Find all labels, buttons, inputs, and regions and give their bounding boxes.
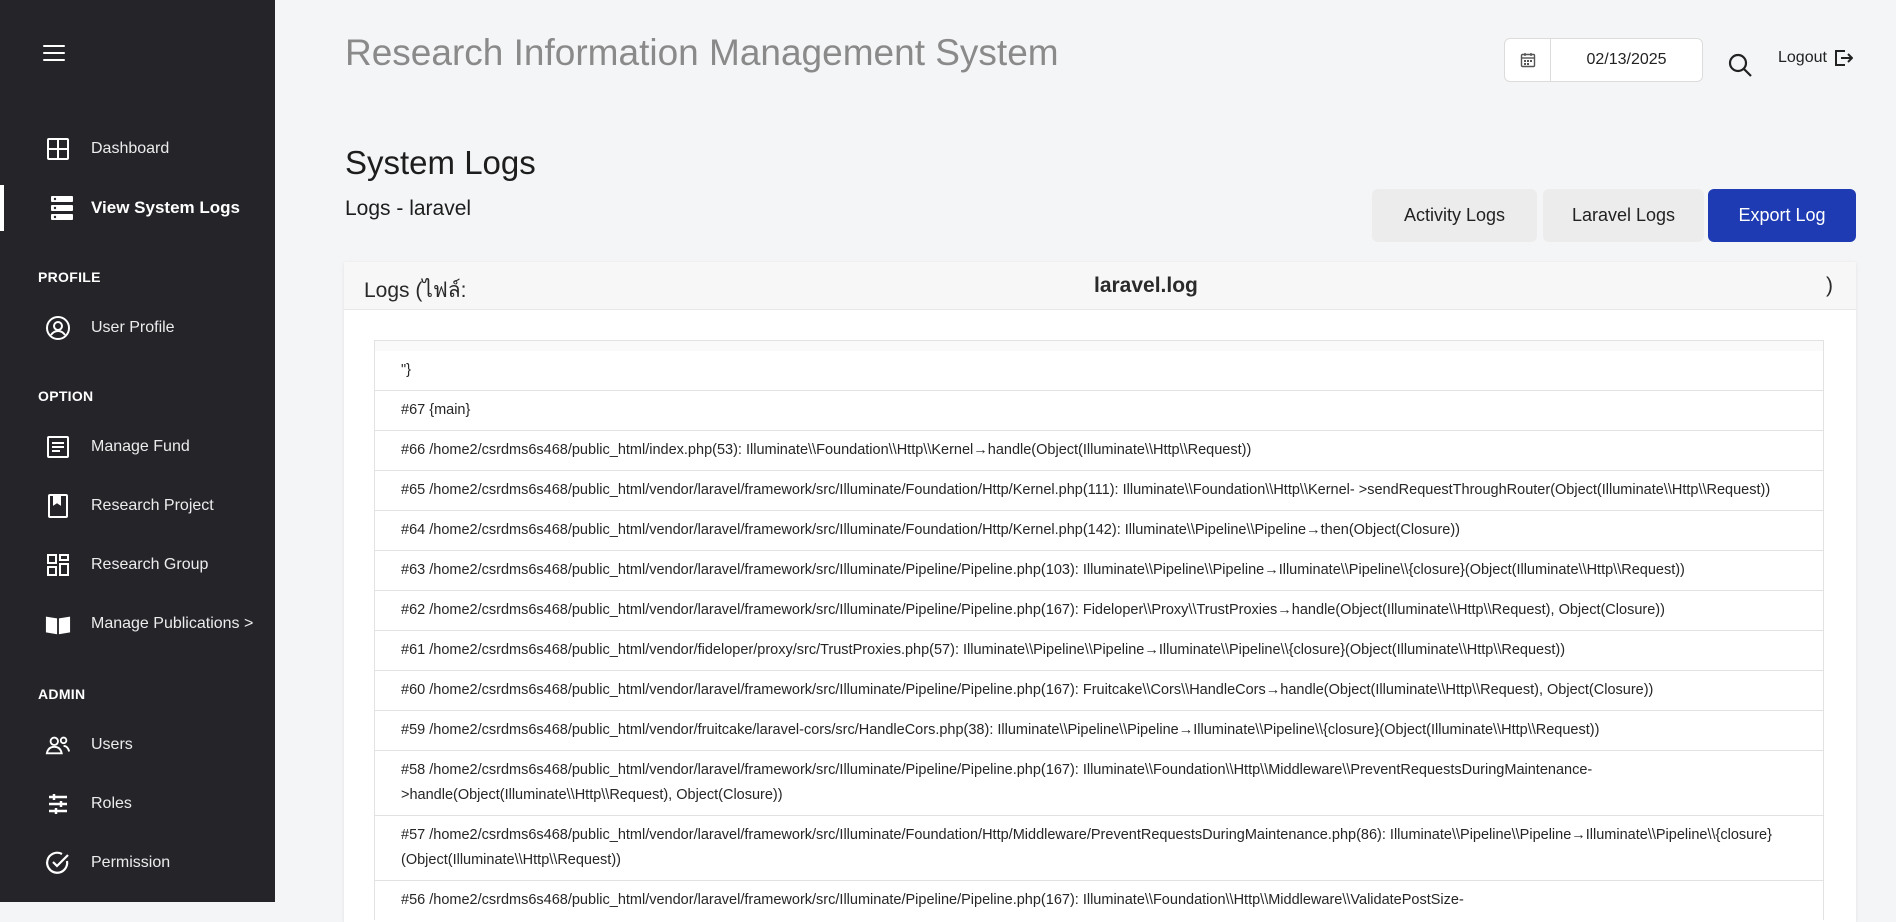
sidebar-item-label: Permission — [91, 854, 171, 871]
sidebar-item-label: Roles — [91, 795, 132, 812]
sidebar-item-research-group[interactable]: Research Group — [0, 542, 275, 588]
activity-logs-button[interactable]: Activity Logs — [1372, 189, 1537, 242]
sidebar-item-label: Users — [91, 736, 133, 753]
sidebar-item-label: Manage Fund — [91, 438, 190, 455]
sidebar-item-research-project[interactable]: Research Project — [0, 483, 275, 529]
sidebar-item-manage-fund[interactable]: Manage Fund — [0, 424, 275, 470]
sidebar-item-label: View System Logs — [91, 198, 240, 217]
document-list-icon — [45, 434, 71, 460]
sidebar-item-view-system-logs[interactable]: View System Logs — [0, 185, 275, 231]
log-row: #56 /home2/csrdms6s468/public_html/vendo… — [375, 880, 1823, 920]
log-row: #58 /home2/csrdms6s468/public_html/vendo… — [375, 750, 1823, 815]
main-content: Research Information Management System 0… — [275, 0, 1896, 922]
log-row: #67 {main} — [375, 390, 1823, 430]
user-circle-icon — [45, 315, 71, 341]
section-title-option: OPTION — [38, 388, 94, 404]
calendar-icon[interactable] — [1505, 39, 1551, 81]
search-icon[interactable] — [1727, 52, 1753, 78]
section-title-profile: PROFILE — [38, 269, 101, 285]
sidebar-item-label: Manage Publications > — [91, 615, 254, 632]
dashboard-grid-icon — [45, 136, 71, 162]
sidebar-item-dashboard[interactable]: Dashboard — [0, 126, 275, 172]
date-value[interactable]: 02/13/2025 — [1551, 39, 1702, 81]
app-title: Research Information Management System — [345, 32, 1059, 73]
logs-card: Logs (ไฟล์: laravel.log ) "} #67 {main} … — [344, 262, 1856, 922]
logout-label: Logout — [1778, 49, 1827, 66]
page-subtitle: Logs - laravel — [345, 197, 472, 220]
users-icon — [45, 732, 71, 758]
log-table[interactable]: "} #67 {main} #66 /home2/csrdms6s468/pub… — [374, 340, 1824, 920]
sidebar-item-label: Research Group — [91, 556, 209, 573]
log-row: #66 /home2/csrdms6s468/public_html/index… — [375, 430, 1823, 470]
menu-toggle-icon[interactable] — [43, 45, 65, 61]
sidebar-item-permission[interactable]: Permission — [0, 840, 275, 886]
sidebar-item-label: User Profile — [91, 319, 175, 336]
logout-icon — [1834, 50, 1853, 66]
export-log-button[interactable]: Export Log — [1708, 189, 1856, 242]
sidebar-item-label: Dashboard — [91, 140, 170, 157]
log-row: #60 /home2/csrdms6s468/public_html/vendo… — [375, 670, 1823, 710]
logs-header-suffix: ) — [1826, 274, 1833, 297]
logs-card-header: Logs (ไฟล์: laravel.log ) — [344, 262, 1856, 310]
log-file-name: laravel.log — [1094, 274, 1198, 297]
check-circle-icon — [45, 850, 71, 876]
log-row: #59 /home2/csrdms6s468/public_html/vendo… — [375, 710, 1823, 750]
log-row: #61 /home2/csrdms6s468/public_html/vendo… — [375, 630, 1823, 670]
open-book-icon — [45, 611, 71, 637]
sidebar-item-label: Research Project — [91, 497, 214, 514]
logout-button[interactable]: Logout — [1778, 48, 1853, 68]
log-row: #65 /home2/csrdms6s468/public_html/vendo… — [375, 470, 1823, 510]
page-title: System Logs — [345, 144, 536, 181]
log-row: #57 /home2/csrdms6s468/public_html/vendo… — [375, 815, 1823, 880]
log-row: "} — [375, 341, 1823, 390]
server-logs-icon — [49, 195, 75, 221]
date-picker[interactable]: 02/13/2025 — [1504, 38, 1703, 82]
sidebar-item-roles[interactable]: Roles — [0, 781, 275, 827]
group-grid-icon — [45, 552, 71, 578]
sidebar: Dashboard View System Logs PROFILE User … — [0, 0, 275, 902]
log-row: #62 /home2/csrdms6s468/public_html/vendo… — [375, 590, 1823, 630]
section-title-admin: ADMIN — [38, 686, 86, 702]
sidebar-item-manage-publications[interactable]: Manage Publications > — [0, 601, 275, 647]
laravel-logs-button[interactable]: Laravel Logs — [1543, 189, 1704, 242]
sidebar-item-users[interactable]: Users — [0, 722, 275, 768]
logs-header-prefix: Logs (ไฟล์: — [364, 279, 467, 302]
roles-icon — [45, 791, 71, 817]
sidebar-item-user-profile[interactable]: User Profile — [0, 305, 275, 351]
log-row: #64 /home2/csrdms6s468/public_html/vendo… — [375, 510, 1823, 550]
book-icon — [45, 493, 71, 519]
log-row: #63 /home2/csrdms6s468/public_html/vendo… — [375, 550, 1823, 590]
